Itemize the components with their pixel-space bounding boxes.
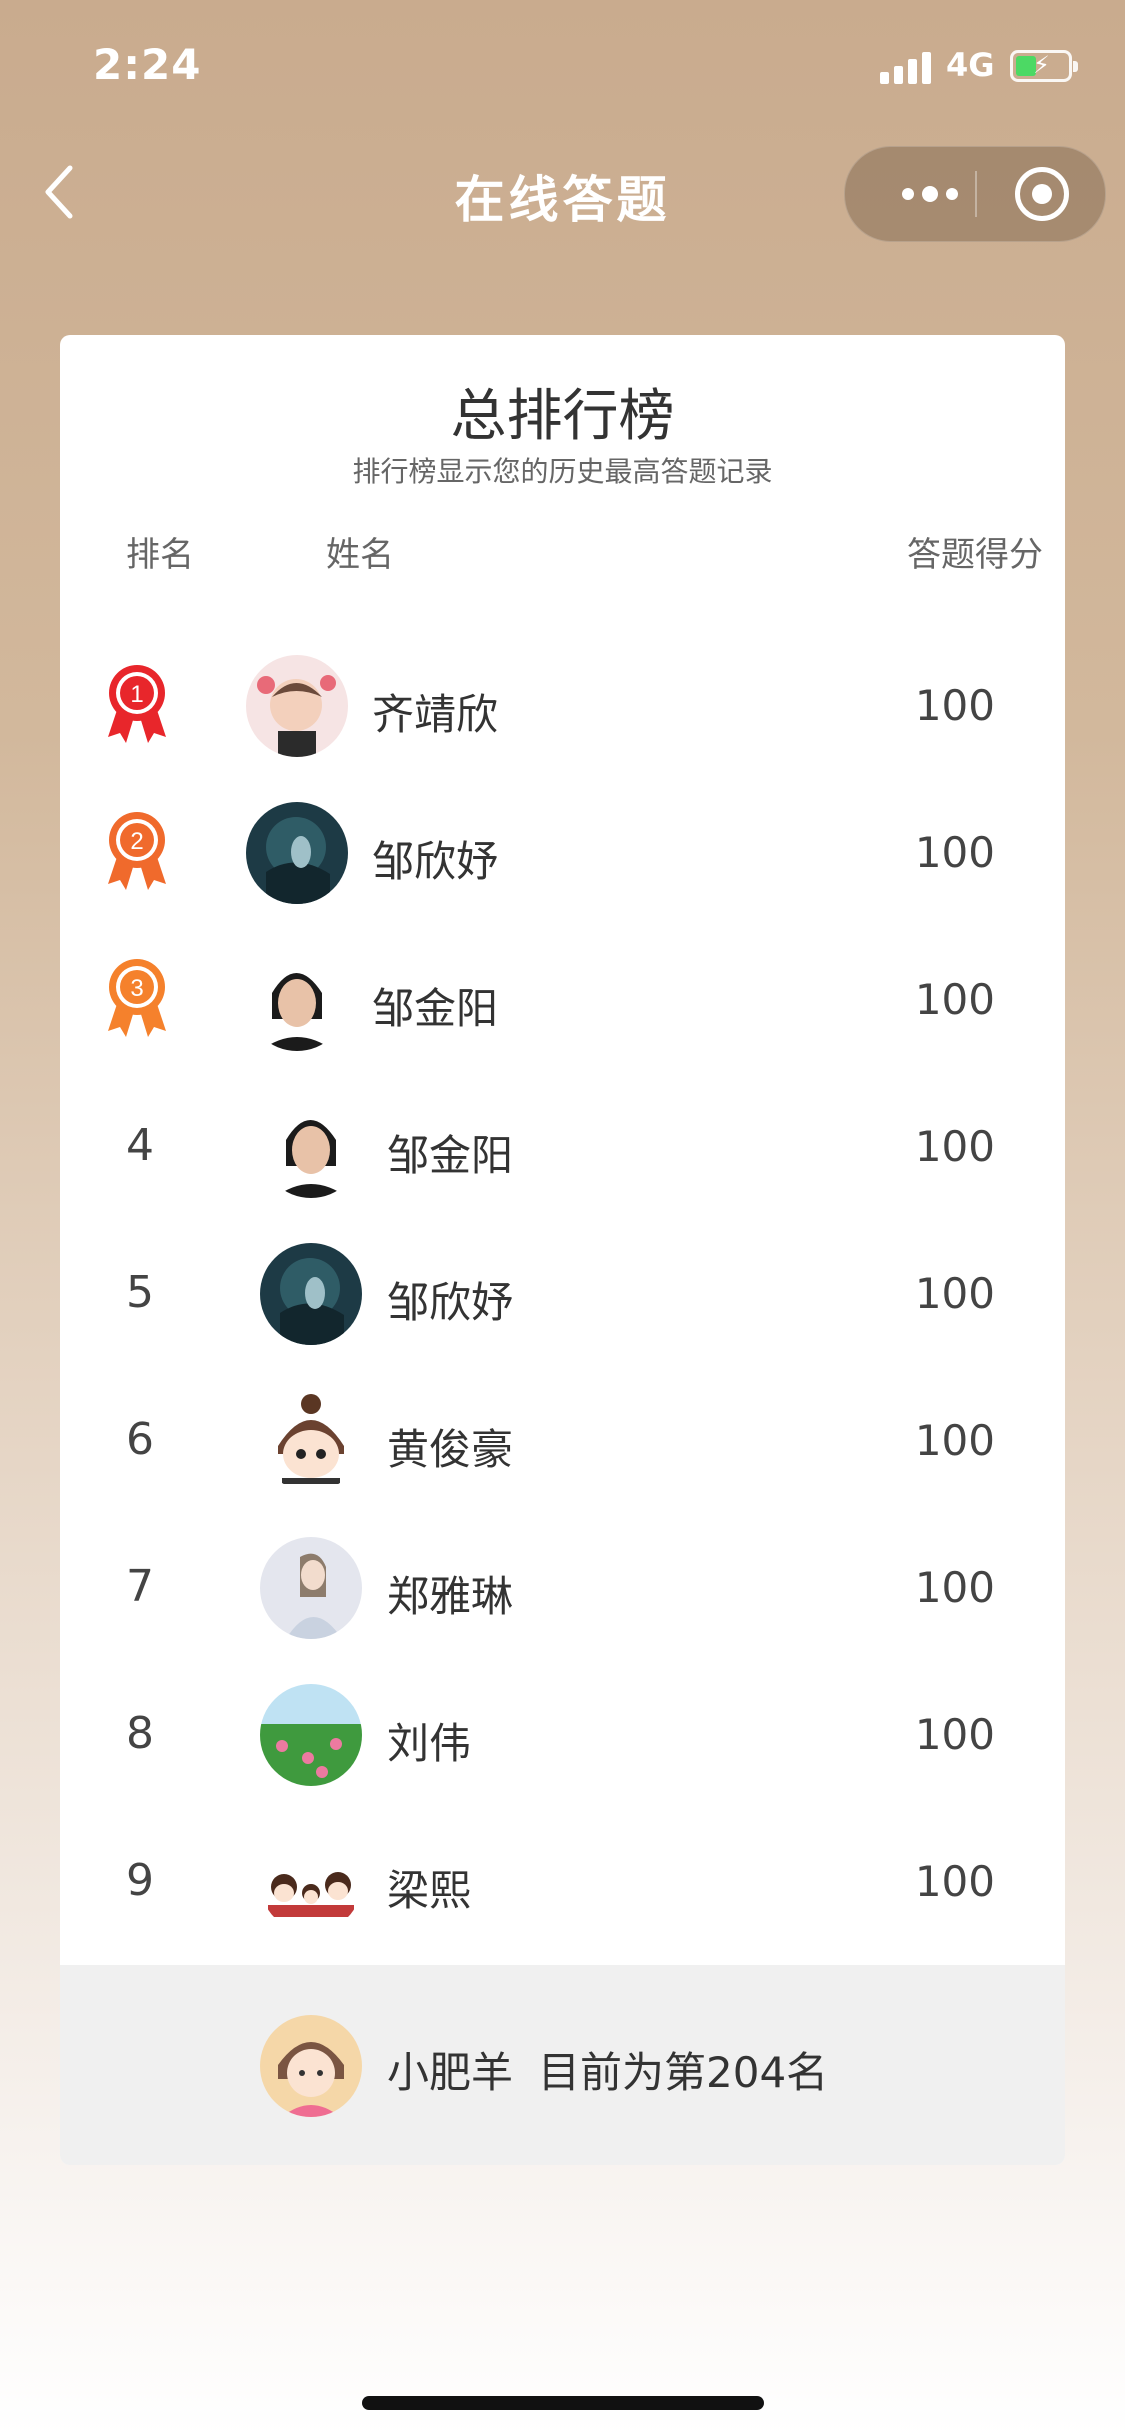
leaderboard-row: 9 梁熙 100 [60,1811,1065,1951]
leaderboard-row: 2 邹欣妤 100 [60,782,1065,922]
leaderboard-row: 4 邹金阳 100 [60,1076,1065,1216]
leaderboard-row: 5 邹欣妤 100 [60,1223,1065,1363]
user-score: 100 [914,975,995,1024]
avatar [260,1096,362,1198]
rank-number: 5 [126,1267,154,1318]
user-score: 100 [914,681,995,730]
rank-number: 9 [126,1855,154,1906]
my-avatar [260,2015,362,2117]
user-name: 齐靖欣 [372,690,499,739]
leaderboard-card: 总排行榜 排行榜显示您的历史最高答题记录 排名 姓名 答题得分 1 齐靖欣 10… [60,335,1065,2165]
leaderboard-row: 3 邹金阳 100 [60,929,1065,1069]
more-button[interactable] [885,147,975,241]
my-rank-text: 目前为第204名 [538,2048,829,2097]
more-dots-icon [946,188,958,200]
rank-number: 4 [126,1120,154,1171]
avatar [260,1537,362,1639]
column-header-name: 姓名 [326,535,394,575]
network-type: 4G [946,46,995,84]
miniprogram-capsule [844,146,1106,242]
navigation-bar: 在线答题 [0,130,1125,260]
avatar [260,1390,362,1492]
home-indicator[interactable] [362,2396,764,2410]
user-score: 100 [914,1710,995,1759]
target-icon-dot [1032,184,1052,204]
more-dots-icon [902,188,914,200]
leaderboard-row: 1 齐靖欣 100 [60,635,1065,775]
more-dots-icon [922,186,938,202]
close-miniprogram-button[interactable] [1015,167,1069,221]
status-bar: 2:24 4G ⚡ [0,0,1125,130]
leaderboard-row: 7 郑雅琳 100 [60,1517,1065,1657]
user-name: 邹欣妤 [387,1278,514,1327]
rank-number: 8 [126,1708,154,1759]
leaderboard-row: 6 黄俊豪 100 [60,1370,1065,1510]
rank-number: 6 [126,1414,154,1465]
user-name: 刘伟 [387,1719,472,1768]
avatar [260,1684,362,1786]
user-score: 100 [914,1269,995,1318]
signal-icon [880,52,936,84]
user-name: 邹金阳 [372,984,499,1033]
user-score: 100 [914,1563,995,1612]
user-score: 100 [914,1122,995,1171]
user-name: 郑雅琳 [387,1572,514,1621]
avatar [246,655,348,757]
user-name: 邹欣妤 [372,837,499,886]
capsule-divider [975,171,977,217]
leaderboard-subtitle: 排行榜显示您的历史最高答题记录 [352,455,773,488]
user-score: 100 [914,828,995,877]
first-place-medal-icon: 1 [104,663,170,747]
avatar [260,1831,362,1933]
svg-text:2: 2 [130,828,143,855]
leaderboard-title: 总排行榜 [450,384,675,449]
user-score: 100 [914,1416,995,1465]
third-place-medal-icon: 3 [104,957,170,1041]
battery-icon: ⚡ [1010,50,1078,82]
column-header-rank: 排名 [126,535,194,575]
second-place-medal-icon: 2 [104,810,170,894]
column-header-score: 答题得分 [907,535,1043,575]
my-ranking-bar: 小肥羊 目前为第204名 [60,1965,1065,2165]
leaderboard-row: 8 刘伟 100 [60,1664,1065,1804]
avatar [246,949,348,1051]
user-name: 邹金阳 [387,1131,514,1180]
status-time: 2:24 [93,40,202,89]
rank-number: 7 [126,1561,154,1612]
svg-text:1: 1 [130,681,143,708]
svg-text:3: 3 [130,975,143,1002]
user-name: 黄俊豪 [387,1425,514,1474]
avatar [246,802,348,904]
my-name: 小肥羊 [387,2048,514,2097]
user-score: 100 [914,1857,995,1906]
user-name: 梁熙 [387,1866,472,1915]
avatar [260,1243,362,1345]
